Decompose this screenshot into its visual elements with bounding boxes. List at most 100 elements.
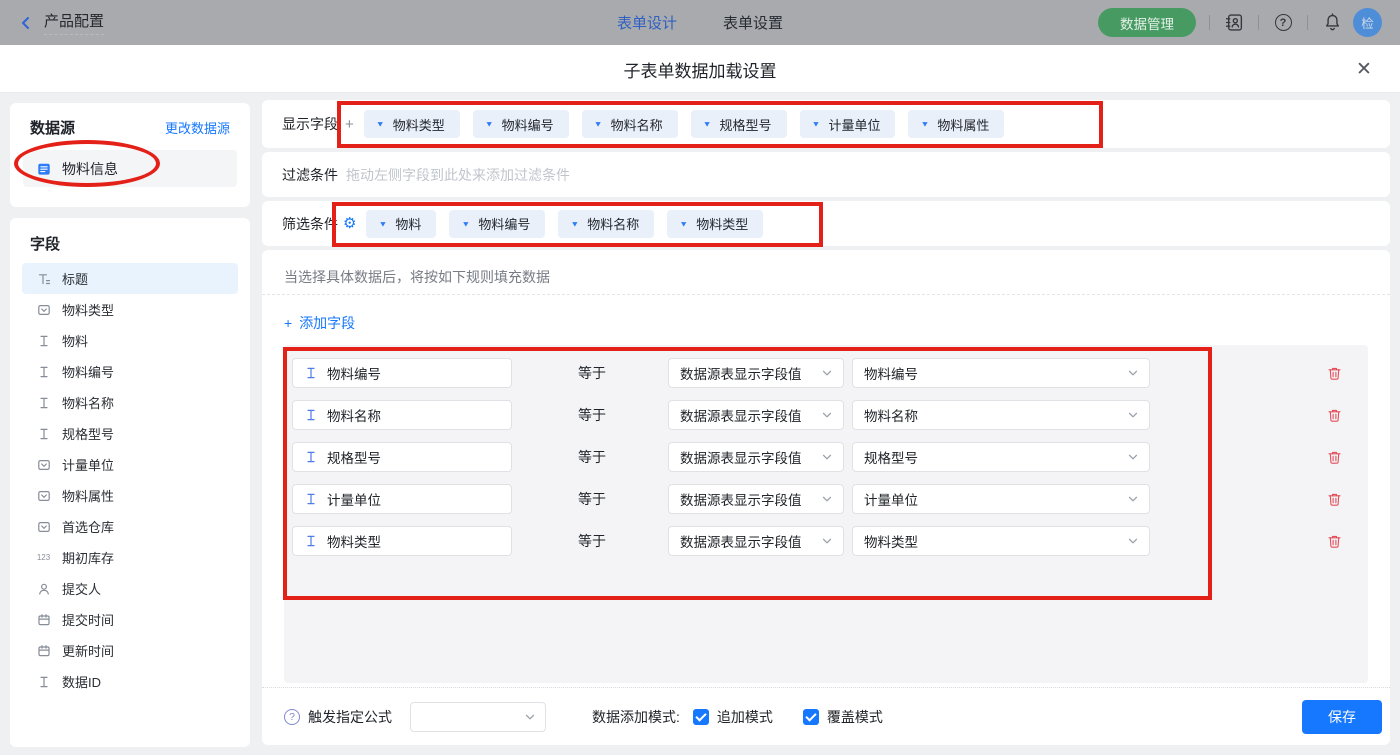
gear-icon[interactable]: ⚙ <box>343 216 356 231</box>
field-label: 标题 <box>62 272 89 287</box>
help-icon[interactable]: ? <box>1272 12 1294 34</box>
field-item[interactable]: 123 期初库存 <box>22 542 238 573</box>
tag-label: 物料属性 <box>937 117 990 133</box>
field-label: 物料类型 <box>62 303 115 318</box>
field-item[interactable]: 提交人 <box>22 573 238 604</box>
topbar-actions: 数据管理 ? 检 <box>1098 8 1382 37</box>
text-field-icon <box>35 396 52 410</box>
field-tag[interactable]: ▼ 物料名称 <box>581 110 678 138</box>
field-item[interactable]: 物料属性 <box>22 480 238 511</box>
date-field-icon <box>35 644 52 658</box>
source-field-dropdown[interactable]: 物料类型 <box>852 526 1150 556</box>
text-field-icon <box>35 365 52 379</box>
tag-label: 物料类型 <box>392 117 445 133</box>
rule-row: 计量单位 等于 数据源表显示字段值 计量单位 <box>292 484 1368 514</box>
user-avatar[interactable]: 检 <box>1353 8 1382 37</box>
field-tag[interactable]: ▼ 物料属性 <box>908 110 1005 138</box>
help-circle-icon[interactable]: ? <box>284 708 300 725</box>
data-add-mode-label: 数据添加模式: <box>592 708 680 725</box>
append-mode-label: 追加模式 <box>716 708 773 725</box>
source-type-dropdown[interactable]: 数据源表显示字段值 <box>668 400 844 430</box>
field-item[interactable]: 物料编号 <box>22 356 238 387</box>
add-field-button[interactable]: + 添加字段 <box>284 313 355 333</box>
dropdown-value: 规格型号 <box>864 451 918 466</box>
user-field-icon <box>35 582 52 596</box>
caret-down-icon: ▼ <box>920 119 930 129</box>
tab-form-design[interactable]: 表单设计 <box>617 12 677 33</box>
field-tag[interactable]: ▼ 物料编号 <box>472 110 569 138</box>
form-doc-icon <box>35 162 52 176</box>
target-field-input[interactable]: 物料编号 <box>292 358 512 388</box>
field-tag[interactable]: ▼ 物料 <box>366 209 437 238</box>
source-field-dropdown[interactable]: 计量单位 <box>852 484 1150 514</box>
source-field-dropdown[interactable]: 物料名称 <box>852 400 1150 430</box>
save-button[interactable]: 保存 <box>1302 699 1382 734</box>
field-item[interactable]: 物料类型 <box>22 294 238 325</box>
field-item-title[interactable]: 标题 <box>22 263 238 294</box>
source-type-dropdown[interactable]: 数据源表显示字段值 <box>668 484 844 514</box>
field-item[interactable]: 提交时间 <box>22 604 238 635</box>
field-item[interactable]: 更新时间 <box>22 635 238 666</box>
formula-select[interactable] <box>410 701 546 732</box>
contacts-icon[interactable] <box>1223 12 1245 34</box>
caret-down-icon: ▼ <box>461 219 471 228</box>
field-item[interactable]: 物料 <box>22 325 238 356</box>
field-tag[interactable]: ▼ 计量单位 <box>799 110 896 138</box>
modal-footer: ? 触发指定公式 数据添加模式: 追加模式 覆盖模式 保存 <box>262 688 1390 745</box>
field-label: 更新时间 <box>62 644 115 659</box>
tab-form-settings[interactable]: 表单设置 <box>723 12 783 33</box>
field-item[interactable]: 首选仓库 <box>22 511 238 542</box>
add-display-field-icon[interactable]: + <box>345 116 354 133</box>
source-type-dropdown[interactable]: 数据源表显示字段值 <box>668 358 844 388</box>
field-item[interactable]: 数据ID <box>22 666 238 697</box>
delete-rule-icon[interactable] <box>1327 450 1342 465</box>
field-label: 规格型号 <box>62 427 115 442</box>
field-label: 数据ID <box>62 675 102 690</box>
delete-rule-icon[interactable] <box>1327 534 1342 549</box>
field-tag[interactable]: ▼ 物料名称 <box>558 209 655 238</box>
filter-condition-row[interactable]: 过滤条件 拖动左侧字段到此处来添加过滤条件 <box>262 152 1390 197</box>
field-value: 物料类型 <box>327 535 381 550</box>
label-text: 筛选条件 <box>282 215 338 232</box>
source-type-dropdown[interactable]: 数据源表显示字段值 <box>668 526 844 556</box>
close-icon[interactable]: ✕ <box>1352 57 1376 81</box>
formula-label: 触发指定公式 <box>308 708 392 725</box>
change-datasource-link[interactable]: 更改数据源 <box>165 118 230 137</box>
chevron-down-icon <box>1127 451 1139 463</box>
datasource-item-label: 物料信息 <box>62 160 118 177</box>
field-tag[interactable]: ▼ 物料编号 <box>449 209 546 238</box>
field-tag[interactable]: ▼ 物料类型 <box>667 209 764 238</box>
target-field-input[interactable]: 物料名称 <box>292 400 512 430</box>
notification-bell-icon[interactable] <box>1321 12 1343 34</box>
data-manage-button[interactable]: 数据管理 <box>1098 8 1196 37</box>
source-field-dropdown[interactable]: 物料编号 <box>852 358 1150 388</box>
equals-label: 等于 <box>578 533 606 549</box>
datasource-item[interactable]: 物料信息 <box>23 150 237 187</box>
delete-rule-icon[interactable] <box>1327 408 1342 423</box>
dropdown-value: 物料类型 <box>864 535 918 550</box>
caret-down-icon: ▼ <box>811 119 821 129</box>
text-field-icon <box>304 492 318 506</box>
text-field-icon <box>304 408 318 422</box>
delete-rule-icon[interactable] <box>1327 366 1342 381</box>
text-field-icon <box>35 427 52 441</box>
display-field-tags: ▼ 物料类型 ▼ 物料编号 ▼ 物料名称 ▼ 规格型号 ▼ 计量单位 ▼ 物料属性 <box>363 110 1005 138</box>
overwrite-mode-checkbox[interactable] <box>802 708 819 725</box>
field-item[interactable]: 规格型号 <box>22 418 238 449</box>
target-field-input[interactable]: 规格型号 <box>292 442 512 472</box>
tag-label: 物料 <box>395 217 422 232</box>
field-item[interactable]: 计量单位 <box>22 449 238 480</box>
target-field-input[interactable]: 计量单位 <box>292 484 512 514</box>
target-field-input[interactable]: 物料类型 <box>292 526 512 556</box>
field-label: 物料名称 <box>62 396 115 411</box>
field-item[interactable]: 物料名称 <box>22 387 238 418</box>
delete-rule-icon[interactable] <box>1327 492 1342 507</box>
overwrite-mode-label: 覆盖模式 <box>826 708 883 725</box>
question-glyph: ? <box>1274 14 1292 31</box>
source-field-dropdown[interactable]: 规格型号 <box>852 442 1150 472</box>
dropdown-value: 计量单位 <box>864 493 918 508</box>
field-tag[interactable]: ▼ 物料类型 <box>363 110 460 138</box>
field-tag[interactable]: ▼ 规格型号 <box>690 110 787 138</box>
append-mode-checkbox[interactable] <box>692 708 709 725</box>
source-type-dropdown[interactable]: 数据源表显示字段值 <box>668 442 844 472</box>
